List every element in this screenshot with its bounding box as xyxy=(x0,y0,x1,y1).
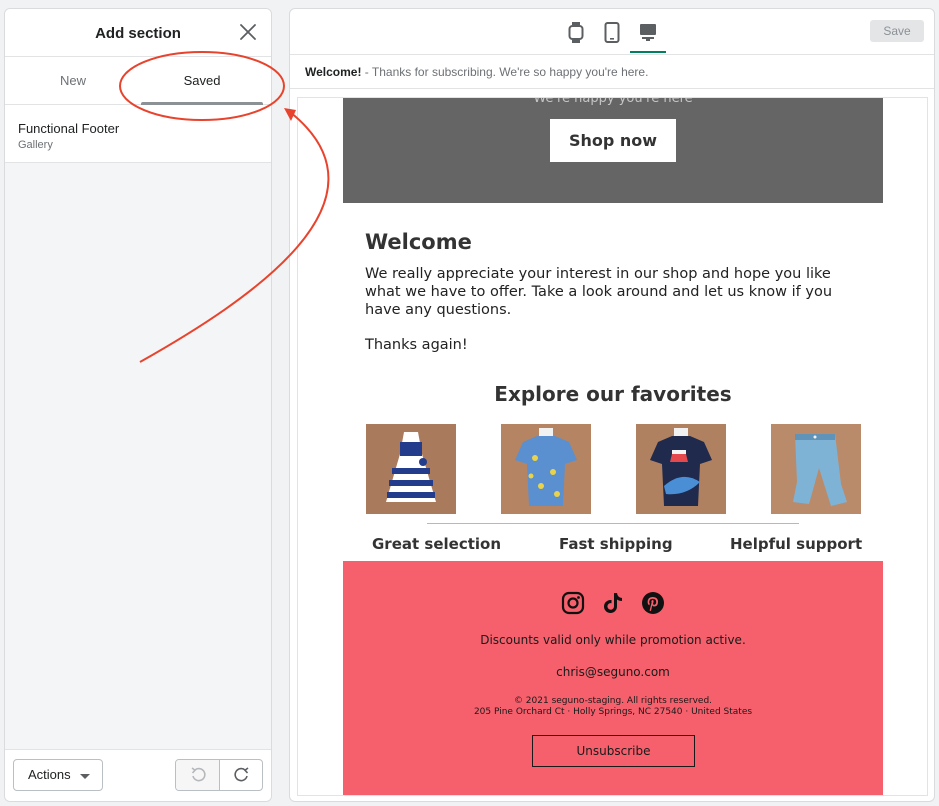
preview-toolbar: Save xyxy=(290,9,934,55)
tab-saved[interactable]: Saved xyxy=(141,57,263,105)
hero-section: We're happy you're here Shop now xyxy=(343,98,883,203)
saved-section-name: Functional Footer xyxy=(18,121,120,136)
caret-down-icon xyxy=(80,774,90,779)
actions-button[interactable]: Actions xyxy=(13,759,103,791)
welcome-body: We really appreciate your interest in ou… xyxy=(365,266,833,318)
active-tab-indicator xyxy=(141,102,263,105)
footer-copyright: © 2021 seguno-staging. All rights reserv… xyxy=(513,696,713,706)
feature-fast-shipping: Fast shipping xyxy=(559,535,673,553)
features-divider xyxy=(427,523,799,524)
instagram-icon[interactable] xyxy=(561,591,585,615)
preheader-bar: Welcome! - Thanks for subscribing. We're… xyxy=(290,55,934,89)
preview-panel: Save Welcome! - Thanks for subscribing. … xyxy=(289,8,935,802)
footer-disclaimer: Discounts valid only while promotion act… xyxy=(480,633,746,647)
email-body: We're happy you're here Shop now Welcome… xyxy=(343,98,883,795)
close-icon[interactable] xyxy=(239,23,257,41)
redo-button[interactable] xyxy=(220,760,262,790)
save-button[interactable]: Save xyxy=(870,20,924,42)
saved-section-type: Gallery xyxy=(18,139,53,151)
welcome-thanks: Thanks again! xyxy=(365,337,468,353)
product-image-striped-dress[interactable] xyxy=(366,424,456,514)
undo-icon xyxy=(191,767,206,782)
footer-address: 205 Pine Orchard Ct · Holly Springs, NC … xyxy=(473,707,753,717)
feature-helpful-support: Helpful support xyxy=(730,535,863,553)
preheader-bold: Welcome! xyxy=(305,65,362,79)
add-section-panel: Add section New Saved Functional Footer … xyxy=(4,8,272,802)
section-tabs: New Saved xyxy=(5,57,271,105)
desktop-view-button[interactable] xyxy=(630,17,666,53)
tablet-icon xyxy=(604,22,620,43)
product-image-blue-tee[interactable] xyxy=(501,424,591,514)
panel-header: Add section xyxy=(5,9,271,57)
undo-button[interactable] xyxy=(176,760,220,790)
tab-saved-label: Saved xyxy=(183,73,221,88)
tiktok-icon[interactable] xyxy=(601,591,625,615)
pinterest-icon[interactable] xyxy=(641,591,665,615)
redo-icon xyxy=(234,767,249,782)
email-footer: Discounts valid only while promotion act… xyxy=(343,561,883,795)
tablet-view-button[interactable] xyxy=(594,17,630,53)
desktop-icon xyxy=(640,24,656,41)
footer-email[interactable]: chris@seguno.com xyxy=(343,665,883,679)
tab-new[interactable]: New xyxy=(5,57,141,105)
shop-now-button[interactable]: Shop now xyxy=(550,119,676,162)
actions-label: Actions xyxy=(28,767,71,782)
saved-section-item[interactable]: Functional Footer Gallery xyxy=(5,105,271,163)
watch-icon xyxy=(568,22,584,43)
product-image-whale-tee[interactable] xyxy=(636,424,726,514)
unsubscribe-button[interactable]: Unsubscribe xyxy=(532,735,695,767)
panel-footer: Actions xyxy=(5,749,271,801)
favorites-title: Explore our favorites xyxy=(494,382,732,406)
product-image-denim-jeans[interactable] xyxy=(771,424,861,514)
feature-great-selection: Great selection xyxy=(372,535,502,553)
preheader-text: - Thanks for subscribing. We're so happy… xyxy=(361,65,649,79)
watch-view-button[interactable] xyxy=(558,17,594,53)
email-preview[interactable]: We're happy you're here Shop now Welcome… xyxy=(297,97,928,796)
hero-subtitle: We're happy you're here xyxy=(533,97,693,106)
panel-title: Add section xyxy=(95,25,181,42)
undo-redo-group xyxy=(175,759,263,791)
welcome-title: Welcome xyxy=(365,230,472,254)
